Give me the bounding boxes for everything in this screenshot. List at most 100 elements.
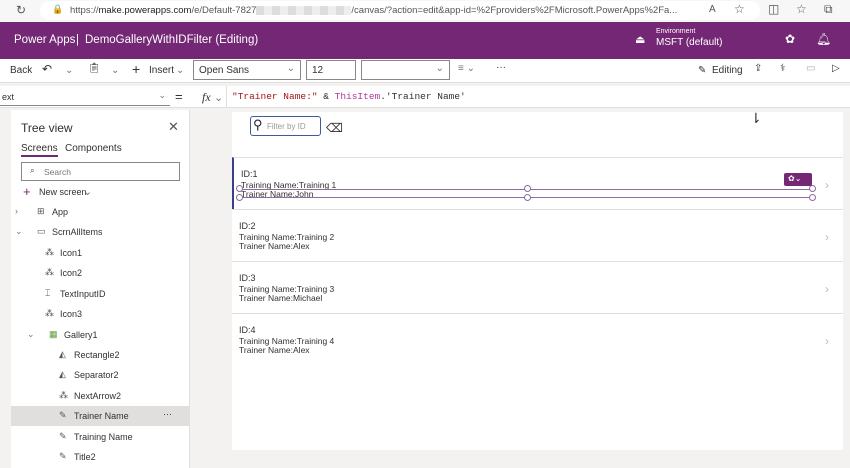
property-dropdown[interactable]: ext ⌄ [0, 88, 170, 106]
tree-view-title: Tree view [21, 121, 73, 135]
shape-icon: ◭ [59, 369, 66, 379]
eraser-icon[interactable]: ⌫ [326, 121, 343, 135]
lock-icon: 🔒 [52, 4, 64, 14]
insert-chevron-icon: ⌄ [176, 65, 185, 76]
play-icon[interactable]: ▷ [832, 63, 840, 74]
notification-bell-icon[interactable]: 🔔︎ [816, 32, 831, 46]
row-id: ID:4 [239, 325, 256, 335]
resize-handle[interactable] [236, 185, 243, 192]
tree-item[interactable]: ⁂ Icon2 [11, 263, 190, 283]
insert-button[interactable]: Insert [149, 65, 174, 76]
product-name[interactable]: Power Apps [14, 34, 75, 46]
tree-item-label: Title2 [74, 452, 96, 462]
tree-item[interactable]: ⁂ Icon1 [11, 243, 190, 263]
environment-value[interactable]: MSFT (default) [656, 37, 723, 48]
tab-components[interactable]: Components [65, 143, 122, 154]
text-input-icon: ⌶ [45, 288, 51, 298]
app-icon: ⊞ [37, 206, 45, 216]
collections-icon[interactable]: ⧉ [824, 2, 833, 17]
tree-item[interactable]: ⌄ ▭ ScrnAllItems [11, 222, 190, 242]
shape-icon: ◭ [59, 349, 66, 359]
next-arrow-icon[interactable]: › [825, 282, 829, 296]
chevron-down-icon[interactable]: ⌄ [27, 329, 39, 340]
split-screen-icon[interactable]: ◫ [768, 2, 779, 16]
paste-icon[interactable]: 📋︎ [88, 63, 101, 74]
chevron-down-icon: ⌄ [435, 63, 444, 74]
favorites-icon[interactable]: ☆ [796, 2, 807, 16]
tree-item[interactable]: ✎ Trainer Name ··· [11, 406, 190, 426]
app-checker-icon[interactable]: ⚕ [780, 63, 785, 74]
undo-icon[interactable]: ↶ [42, 62, 52, 76]
tree-item-label: Rectangle2 [74, 350, 120, 360]
formula-keyword: ThisItem [334, 91, 381, 102]
tree-item[interactable]: ⁂ Icon3 [11, 304, 190, 324]
tree-item[interactable]: ◭ Separator2 [11, 365, 190, 385]
align-icon[interactable]: ≡ ⌄ [458, 63, 475, 74]
paste-chevron-icon[interactable]: ⌄ [111, 65, 119, 76]
tree-item[interactable]: ⌶ TextInputID [11, 284, 190, 304]
more-options-button[interactable]: ··· [163, 409, 172, 419]
tree-item[interactable]: ◭ Rectangle2 [11, 345, 190, 365]
chevron-right-icon[interactable]: › [15, 206, 27, 217]
next-arrow-icon[interactable]: › [825, 334, 829, 348]
chevron-down-icon: ⌄ [214, 92, 224, 104]
gallery-row[interactable]: ID:2 Training Name:Training 2 Trainer Na… [232, 209, 843, 261]
font-size-value: 12 [312, 65, 324, 76]
share-icon[interactable]: ⇪ [754, 63, 762, 74]
chevron-down-icon: ⌄ [83, 186, 93, 198]
gallery[interactable]: ID:1 Training Name:Training 1 Trainer Na… [232, 157, 843, 367]
refresh-icon[interactable]: ↻ [16, 3, 26, 17]
formula-input[interactable]: "Trainer Name:" & ThisItem.'Trainer Name… [226, 86, 850, 108]
row-id: ID:2 [239, 221, 256, 231]
tree-item[interactable]: ✎ Title2 [11, 447, 190, 467]
resize-handle[interactable] [236, 194, 243, 201]
chevron-down-icon: ⌄ [158, 90, 166, 100]
chevron-down-icon[interactable]: ⌄ [15, 226, 27, 237]
browser-bar: ↻ 🔒 https://make.powerapps.com/e/Default… [0, 0, 850, 22]
font-size-input[interactable]: 12 [306, 60, 356, 80]
close-icon[interactable]: ✕ [168, 119, 179, 135]
tree-item[interactable]: ✎ Training Name [11, 427, 190, 447]
undo-chevron-icon[interactable]: ⌄ [65, 65, 73, 76]
next-arrow-icon[interactable]: › [825, 230, 829, 244]
resize-handle[interactable] [809, 185, 816, 192]
address-bar[interactable]: 🔒 https://make.powerapps.com/e/Default-7… [40, 1, 760, 20]
search-icon: ⌕ [30, 165, 35, 175]
favorite-star-icon[interactable]: ☆ [734, 2, 745, 16]
formula-bar: ext ⌄ = fx ⌄ "Trainer Name:" & ThisItem.'… [0, 86, 850, 108]
font-weight-dropdown[interactable]: ⌄ [361, 60, 450, 80]
resize-handle[interactable] [524, 185, 531, 192]
copilot-button[interactable]: ✿⌄ [784, 173, 812, 186]
gallery-row[interactable]: ID:4 Training Name:Training 4 Trainer Na… [232, 313, 843, 365]
tree-item-label: Icon3 [60, 309, 83, 319]
environment-label: Environment [656, 28, 696, 35]
tree-item-label: NextArrow2 [74, 391, 122, 401]
tree-view-panel: Tree view ✕ Screens Components ⌕ Search +… [11, 110, 190, 468]
sort-icon[interactable]: ⇂ [750, 110, 762, 127]
more-button[interactable]: ··· [496, 62, 506, 73]
fx-button[interactable]: fx [202, 90, 211, 105]
editing-button[interactable]: Editing [712, 65, 743, 76]
tree-item-label: Trainer Name [74, 411, 129, 421]
tree-item[interactable]: ⌄ ▦ Gallery1 [11, 325, 190, 345]
resize-handle[interactable] [524, 194, 531, 201]
tree-item[interactable]: › ⊞ App [11, 202, 190, 222]
search-input[interactable]: ⌕ Search [21, 162, 180, 181]
read-aloud-icon[interactable]: A [709, 4, 716, 15]
next-arrow-icon[interactable]: › [825, 178, 829, 192]
gallery-row[interactable]: ID:1 Training Name:Training 1 Trainer Na… [232, 157, 843, 209]
new-screen-button[interactable]: New screen [39, 187, 87, 197]
tab-screens[interactable]: Screens [21, 143, 58, 157]
copilot-icon[interactable]: ✿ [785, 32, 795, 46]
gallery-row[interactable]: ID:3 Training Name:Training 3 Trainer Na… [232, 261, 843, 313]
tree-item[interactable]: ⁂ NextArrow2 [11, 386, 190, 406]
equals-sign: = [175, 89, 183, 104]
filter-by-id-input[interactable]: ⚲ Filter by ID [250, 116, 321, 136]
screen-icon: ▭ [37, 226, 46, 236]
url-path-rest: /canvas/?action=edit&app-id=%2Fproviders… [351, 5, 678, 16]
back-button[interactable]: Back [10, 65, 32, 76]
comments-icon[interactable]: ▭ [806, 63, 815, 74]
row-id: ID:3 [239, 273, 256, 283]
resize-handle[interactable] [809, 194, 816, 201]
font-dropdown[interactable]: Open Sans ⌄ [193, 60, 301, 80]
